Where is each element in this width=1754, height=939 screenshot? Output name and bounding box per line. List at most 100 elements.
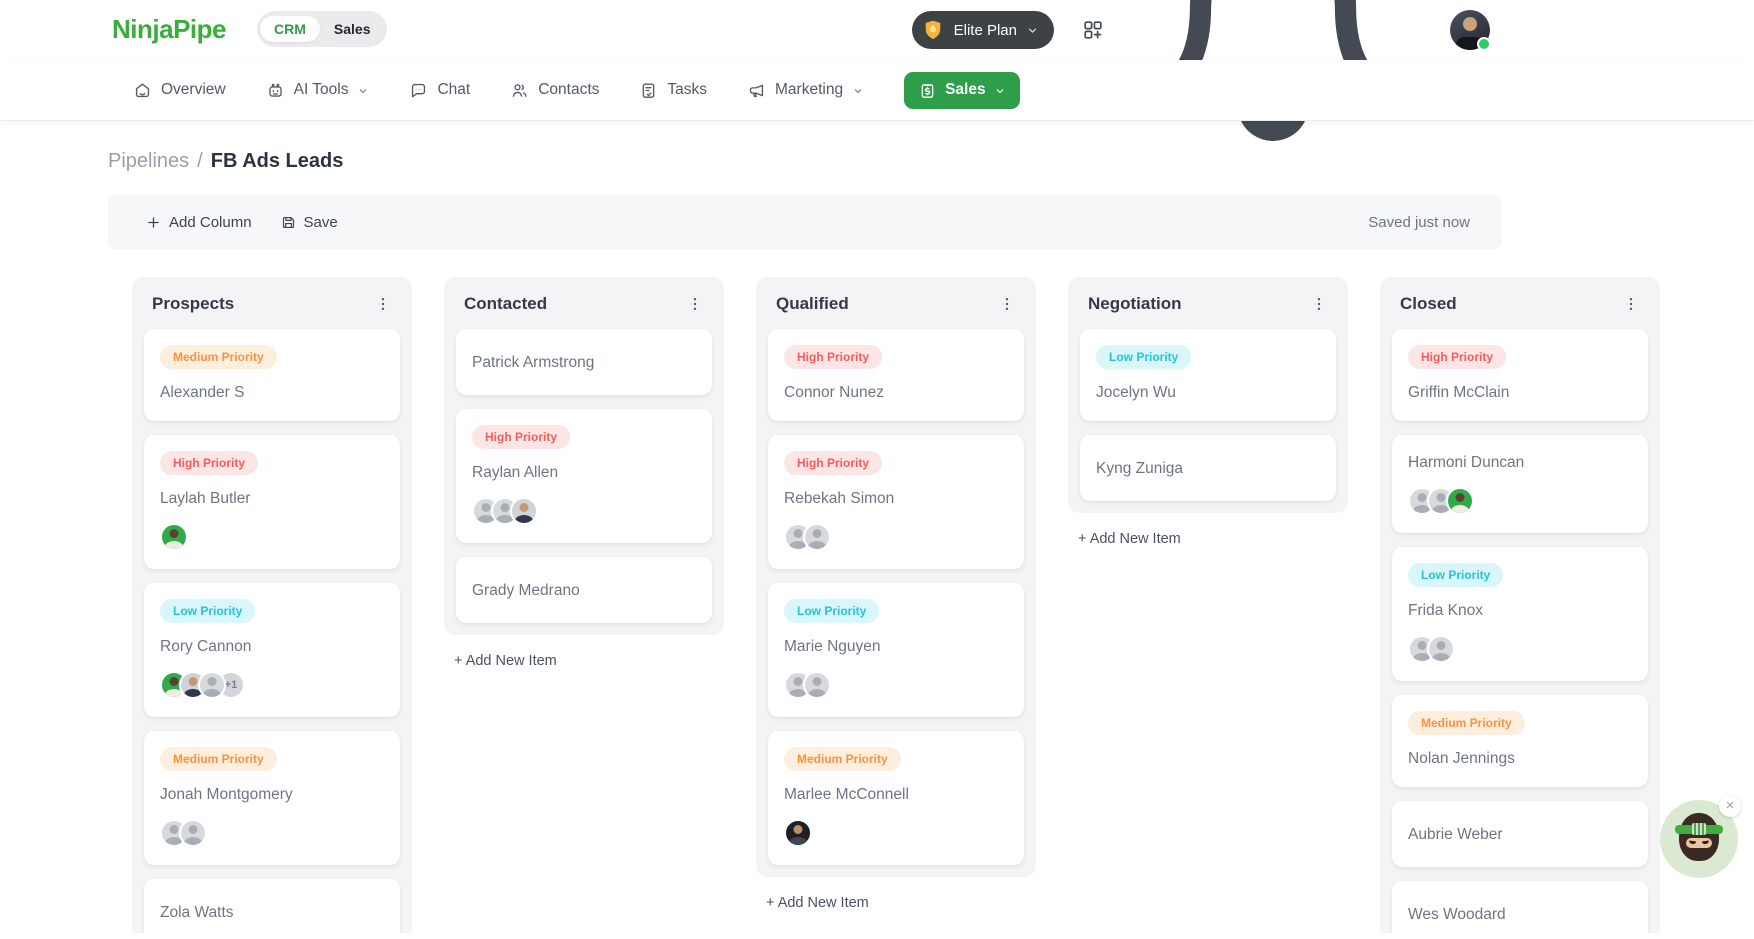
nav-item-marketing[interactable]: Marketing	[747, 81, 864, 100]
lead-card[interactable]: Harmoni Duncan	[1392, 435, 1648, 533]
lead-card[interactable]: Kyng Zuniga	[1080, 435, 1336, 501]
pipeline-column: Negotiation Low Priority Jocelyn Wu Kyng Zu…	[1068, 277, 1348, 547]
lead-card[interactable]: Grady Medrano	[456, 557, 712, 623]
lead-card[interactable]: High Priority Griffin McClain	[1392, 329, 1648, 421]
lead-name: Raylan Allen	[472, 464, 559, 481]
apps-grid-plus-icon[interactable]	[1081, 18, 1105, 42]
breadcrumb: Pipelines / FB Ads Leads	[108, 150, 1754, 173]
nav-item-tasks[interactable]: Tasks	[639, 81, 707, 100]
nav-item-overview[interactable]: Overview	[133, 81, 226, 100]
main-nav: Overview AI Tools Chat Contacts Tasks Marketi…	[0, 60, 1754, 120]
save-icon	[280, 214, 297, 231]
avatar	[179, 819, 207, 847]
lead-name: Frida Knox	[1408, 602, 1483, 619]
chevron-down-icon	[1026, 24, 1039, 37]
column-menu-button[interactable]	[1622, 295, 1640, 313]
avatar	[803, 671, 831, 699]
lead-card[interactable]: Medium Priority Alexander S	[144, 329, 400, 421]
pipeline-column-box: Closed High Priority Griffin McClain Harmon…	[1380, 277, 1660, 933]
lead-card[interactable]: Wes Woodard	[1392, 881, 1648, 933]
avatar-group: +1	[160, 671, 384, 699]
megaphone-icon	[747, 81, 766, 100]
lead-card[interactable]: Zola Watts	[144, 879, 400, 933]
lead-card[interactable]: Aubrie Weber	[1392, 801, 1648, 867]
priority-badge: Medium Priority	[160, 747, 277, 771]
lead-card[interactable]: Low Priority Jocelyn Wu	[1080, 329, 1336, 421]
nav-item-label: Tasks	[667, 81, 708, 98]
breadcrumb-pipelines[interactable]: Pipelines	[108, 150, 189, 173]
lead-card[interactable]: Medium Priority Jonah Montgomery	[144, 731, 400, 865]
priority-badge: Low Priority	[784, 599, 880, 623]
board-toolbar: Add Column Save Saved just now	[108, 195, 1502, 249]
nav-item-label: Contacts	[538, 81, 600, 98]
avatar	[1446, 487, 1474, 515]
avatar-group	[784, 671, 1008, 699]
nav-item-label: Overview	[161, 81, 226, 98]
lead-card[interactable]: High Priority Rebekah Simon	[768, 435, 1024, 569]
user-avatar[interactable]	[1450, 10, 1491, 51]
pipeline-column: Contacted Patrick Armstrong High Priority R…	[444, 277, 724, 669]
nav-item-ai-tools[interactable]: AI Tools	[266, 81, 370, 100]
avatar	[1427, 635, 1455, 663]
crm-sales-toggle: CRM Sales	[257, 11, 388, 47]
home-icon	[133, 81, 152, 100]
column-title: Negotiation	[1088, 294, 1182, 313]
header-actions: Elite Plan 491	[911, 0, 1491, 141]
page-content: Pipelines / FB Ads Leads Add Column Save…	[0, 150, 1754, 933]
nav-item-chat[interactable]: Chat	[409, 81, 470, 100]
card-list: Patrick Armstrong High Priority Raylan All…	[456, 329, 712, 623]
add-new-item-button[interactable]: + Add New Item	[454, 653, 724, 669]
avatar-group	[472, 497, 696, 525]
toggle-crm[interactable]: CRM	[260, 16, 320, 42]
priority-badge: High Priority	[784, 345, 883, 369]
lead-card[interactable]: High Priority Raylan Allen	[456, 409, 712, 543]
column-header: Negotiation	[1080, 277, 1336, 329]
pipeline-column-box: Prospects Medium Priority Alexander S High …	[132, 277, 412, 933]
lead-card[interactable]: Medium Priority Marlee McConnell	[768, 731, 1024, 865]
lead-card[interactable]: Low Priority Frida Knox	[1392, 547, 1648, 681]
lead-name: Jocelyn Wu	[1096, 384, 1176, 401]
avatar	[803, 523, 831, 551]
add-new-item-button[interactable]: + Add New Item	[1078, 531, 1348, 547]
priority-badge: High Priority	[784, 451, 883, 475]
avatar-group	[784, 523, 1008, 551]
lead-name: Rebekah Simon	[784, 490, 895, 507]
lead-name: Patrick Armstrong	[472, 354, 595, 371]
shield-flame-icon	[921, 18, 945, 42]
column-menu-button[interactable]	[374, 295, 392, 313]
column-title: Prospects	[152, 294, 235, 313]
lead-card[interactable]: Patrick Armstrong	[456, 329, 712, 395]
chat-close-button[interactable]: ✕	[1719, 795, 1741, 817]
lead-card[interactable]: Low Priority Marie Nguyen	[768, 583, 1024, 717]
lead-name: Connor Nunez	[784, 384, 884, 401]
lead-card[interactable]: High Priority Connor Nunez	[768, 329, 1024, 421]
lead-name: Nolan Jennings	[1408, 750, 1515, 767]
lead-name: Griffin McClain	[1408, 384, 1510, 401]
lead-name: Harmoni Duncan	[1408, 454, 1525, 471]
nav-item-sales[interactable]: Sales	[904, 71, 1020, 109]
add-column-button[interactable]: Add Column	[145, 214, 252, 231]
plan-label: Elite Plan	[953, 21, 1017, 39]
column-menu-button[interactable]	[1310, 295, 1328, 313]
lead-card[interactable]: Medium Priority Nolan Jennings	[1392, 695, 1648, 787]
save-label: Save	[303, 213, 338, 231]
add-new-item-button[interactable]: + Add New Item	[766, 895, 1036, 911]
column-menu-button[interactable]	[686, 295, 704, 313]
nav-item-contacts[interactable]: Contacts	[510, 81, 599, 100]
lead-card[interactable]: Low Priority Rory Cannon +1	[144, 583, 400, 717]
avatar-group	[1408, 635, 1632, 663]
column-title: Qualified	[776, 294, 849, 313]
breadcrumb-separator: /	[197, 150, 203, 172]
priority-badge: Medium Priority	[160, 345, 277, 369]
pipeline-column: Prospects Medium Priority Alexander S High …	[132, 277, 412, 933]
toggle-sales[interactable]: Sales	[320, 16, 385, 42]
save-status-text: Saved just now	[1368, 213, 1470, 231]
column-title: Contacted	[464, 294, 548, 313]
pipeline-column: Closed High Priority Griffin McClain Harmon…	[1380, 277, 1660, 933]
column-menu-button[interactable]	[998, 295, 1016, 313]
plan-button[interactable]: Elite Plan	[911, 11, 1054, 49]
nav-item-label: AI Tools	[293, 81, 349, 98]
lead-card[interactable]: High Priority Laylah Butler	[144, 435, 400, 569]
priority-badge: High Priority	[472, 425, 571, 449]
save-button[interactable]: Save	[280, 214, 338, 231]
